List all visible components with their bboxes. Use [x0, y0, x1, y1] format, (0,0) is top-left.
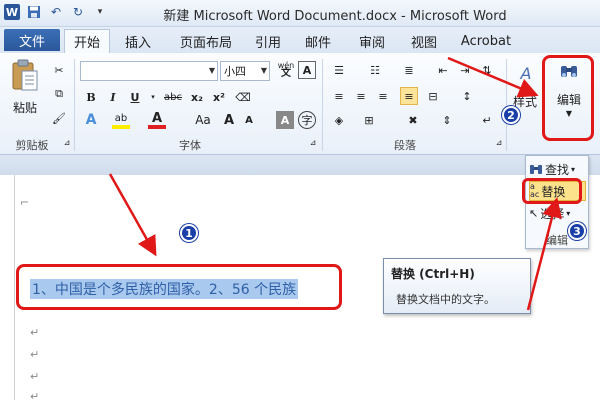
margin-corner-mark: ⌐ — [20, 196, 30, 209]
tab-file[interactable]: 文件 — [4, 29, 60, 51]
chevron-down-icon: ▾ — [571, 164, 576, 174]
superscript-button[interactable]: x² — [210, 88, 228, 106]
cursor-icon: ↖ — [529, 206, 539, 220]
annotation-badge-1: 1 — [180, 224, 198, 242]
tooltip-title: 替换 (Ctrl+H) — [391, 267, 475, 281]
paragraph-mark: ↵ — [30, 348, 40, 361]
annotation-badge-3: 3 — [568, 222, 586, 240]
phonetic-guide-button[interactable]: wén 文 — [276, 61, 296, 79]
tab-review[interactable]: 审阅 — [354, 29, 390, 53]
tab-page-layout[interactable]: 页面布局 — [170, 29, 242, 53]
styles-icon: A — [520, 63, 532, 83]
show-marks-icon[interactable]: ↵ — [478, 111, 496, 129]
paragraph-launcher-icon[interactable]: ⊿ — [494, 137, 504, 147]
align-left-icon[interactable]: ≡ — [330, 87, 348, 105]
align-right-icon[interactable]: ≡ — [374, 87, 392, 105]
chevron-down-icon[interactable]: ▾ — [144, 88, 162, 106]
char-border-button[interactable]: A — [298, 61, 316, 79]
annotation-box-text — [16, 264, 342, 310]
tab-home[interactable]: 开始 — [64, 29, 110, 53]
editing-caption: 编辑 — [546, 234, 568, 247]
bullets-icon[interactable]: ☰ — [330, 61, 348, 79]
tab-view[interactable]: 视图 — [406, 29, 442, 53]
copy-icon[interactable]: ⧉ — [50, 85, 68, 103]
paragraph-mark: ↵ — [30, 370, 40, 383]
find-menu-item[interactable]: 查找 ▾ — [529, 159, 586, 179]
tooltip-description: 替换文档中的文字。 — [396, 293, 495, 306]
paragraph-mark: ↵ — [30, 326, 40, 339]
annotation-badge-2: 2 — [502, 106, 520, 124]
highlight-button[interactable]: ab — [112, 111, 130, 129]
font-launcher-icon[interactable]: ⊿ — [308, 137, 318, 147]
clipboard-group-label: 剪贴板 — [15, 139, 49, 152]
paste-button[interactable]: 粘贴 — [8, 59, 42, 119]
asian-spacing-icon[interactable]: ⇕ — [438, 111, 456, 129]
replace-tooltip: 替换 (Ctrl+H) 替换文档中的文字。 — [383, 258, 531, 314]
title-bar: W ↶ ↻ ▾ 新建 Microsoft Word Document.docx … — [0, 0, 600, 27]
format-painter-icon[interactable]: 🖌 — [50, 109, 68, 127]
align-center-icon[interactable]: ≡ — [352, 87, 370, 105]
italic-button[interactable]: I — [104, 88, 122, 106]
binoculars-icon — [530, 165, 542, 174]
tab-references[interactable]: 引用 — [250, 29, 286, 53]
font-name-select[interactable]: ▼ — [80, 61, 218, 81]
font-color-button[interactable]: A — [148, 111, 166, 129]
increase-indent-icon[interactable]: ⇥ — [456, 61, 474, 79]
annotation-box-editing — [542, 55, 594, 141]
shading-icon[interactable]: ◈ — [330, 111, 348, 129]
multilevel-list-icon[interactable]: ≣ — [400, 61, 418, 79]
chevron-down-icon: ▼ — [260, 66, 267, 75]
borders-icon[interactable]: ⊞ — [360, 111, 378, 129]
chevron-down-icon: ▼ — [208, 66, 215, 75]
tab-mailings[interactable]: 邮件 — [300, 29, 336, 53]
clipboard-launcher-icon[interactable]: ⊿ — [62, 137, 72, 147]
decrease-indent-icon[interactable]: ⇤ — [434, 61, 452, 79]
cut-icon[interactable]: ✂ — [50, 61, 68, 79]
text-effect-button[interactable]: A — [82, 111, 100, 129]
paste-label: 粘贴 — [12, 101, 37, 115]
bold-button[interactable]: B — [82, 88, 100, 106]
font-group-label: 字体 — [179, 139, 201, 152]
subscript-button[interactable]: x₂ — [188, 88, 206, 106]
font-size-select[interactable]: 小四 ▼ — [220, 61, 270, 81]
window-title: 新建 Microsoft Word Document.docx - Micros… — [163, 9, 507, 24]
enclose-char-button[interactable]: 字 — [298, 111, 316, 129]
chinese-layout-icon[interactable]: ✖ — [404, 111, 422, 129]
chevron-down-icon: ▾ — [566, 208, 571, 218]
font-size-value: 小四 — [224, 65, 246, 78]
ribbon: 粘贴 ✂ ⧉ 🖌 剪贴板 ⊿ ▼ 小四 ▼ wén 文 A B I U ▾ abc… — [0, 53, 600, 155]
tab-acrobat[interactable]: Acrobat — [456, 29, 516, 53]
paragraph-group-label: 段落 — [394, 139, 416, 152]
paste-icon — [12, 59, 38, 91]
justify-icon[interactable]: ≡ — [400, 87, 418, 105]
strikethrough-button[interactable]: abc — [162, 88, 184, 106]
distributed-icon[interactable]: ⊟ — [424, 87, 442, 105]
shrink-font-button[interactable]: A — [240, 111, 258, 129]
underline-button[interactable]: U — [126, 88, 144, 106]
tab-insert[interactable]: 插入 — [118, 29, 158, 53]
clear-format-icon[interactable]: ⌫ — [234, 88, 252, 106]
ruler — [0, 155, 600, 175]
annotation-box-replace — [522, 178, 582, 204]
line-spacing-icon[interactable]: ↕ — [458, 87, 476, 105]
ribbon-tabs: 文件 开始 插入 页面布局 引用 邮件 审阅 视图 Acrobat — [0, 27, 600, 53]
sort-icon[interactable]: ⇅ — [478, 61, 496, 79]
select-label: 选择 — [540, 206, 565, 221]
paragraph-mark: ↵ — [30, 390, 40, 400]
grow-font-button[interactable]: A — [220, 111, 238, 129]
numbering-icon[interactable]: ☷ — [366, 61, 384, 79]
char-shading-button[interactable]: A — [276, 111, 294, 129]
select-menu-item[interactable]: ↖ 选择 ▾ — [529, 203, 586, 223]
change-case-button[interactable]: Aa — [194, 111, 212, 129]
find-label: 查找 — [545, 162, 570, 177]
